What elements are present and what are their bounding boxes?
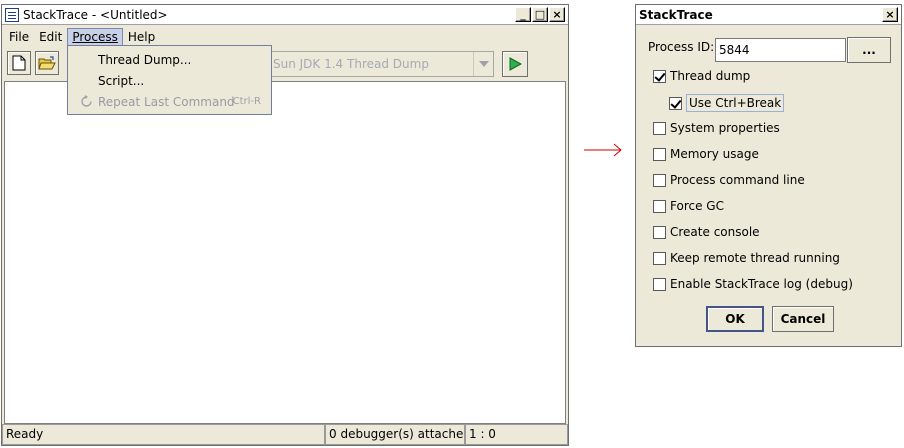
ok-button[interactable]: OK (706, 306, 764, 332)
process-id-input[interactable] (715, 38, 846, 62)
checkbox[interactable] (653, 147, 666, 161)
checkbox[interactable] (653, 69, 666, 83)
checkbox[interactable] (669, 96, 682, 110)
option-label: Enable StackTrace log (debug) (670, 277, 853, 291)
menu-item-label: Repeat Last Command (98, 94, 235, 109)
new-button[interactable] (7, 51, 31, 75)
open-button[interactable] (35, 51, 59, 75)
dump-type-select[interactable]: Sun JDK 1.4 Thread Dump (268, 51, 494, 77)
checkbox[interactable] (653, 251, 666, 265)
dialog-close-button[interactable]: × (882, 7, 898, 22)
option-use-ctrl-break[interactable]: Use Ctrl+Break (669, 94, 785, 112)
cancel-button[interactable]: Cancel (772, 306, 834, 332)
checkbox[interactable] (653, 173, 666, 187)
status-debuggers: 0 debugger(s) attached (325, 424, 465, 445)
output-area[interactable] (4, 81, 566, 424)
stacktrace-dialog: StackTrace × Process ID: ... Thread dump… (635, 4, 902, 347)
dump-type-value: Sun JDK 1.4 Thread Dump (273, 57, 429, 71)
menu-item-shortcut: Ctrl-R (232, 96, 261, 107)
option-create-console[interactable]: Create console (653, 225, 760, 239)
window-controls: _ □ × (515, 7, 565, 22)
option-label: Keep remote thread running (670, 251, 840, 265)
option-label: Thread dump (670, 69, 751, 83)
menubar: File Edit Process Help (2, 26, 568, 47)
main-titlebar[interactable]: StackTrace - <Untitled> _ □ × (2, 5, 568, 25)
menu-item-thread-dump[interactable]: Thread Dump... (68, 49, 271, 70)
new-file-icon (12, 55, 26, 71)
menu-help[interactable]: Help (123, 28, 160, 46)
dialog-title: StackTrace (639, 7, 713, 22)
option-memory-usage[interactable]: Memory usage (653, 147, 759, 161)
option-keep-remote-thread-running[interactable]: Keep remote thread running (653, 251, 840, 265)
statusbar: Ready 0 debugger(s) attached 1 : 0 (2, 424, 568, 445)
dialog-titlebar[interactable]: StackTrace × (636, 5, 901, 25)
menu-item-repeat-last-command[interactable]: Repeat Last Command Ctrl-R (68, 91, 271, 112)
option-thread-dump[interactable]: Thread dump (653, 69, 750, 83)
option-label: Memory usage (670, 147, 759, 161)
menu-edit[interactable]: Edit (34, 28, 67, 46)
browse-processes-button[interactable]: ... (847, 37, 891, 63)
window-title: StackTrace - <Untitled> (23, 7, 168, 22)
checkbox[interactable] (653, 225, 666, 239)
menu-item-script[interactable]: Script... (68, 70, 271, 91)
option-force-gc[interactable]: Force GC (653, 199, 724, 213)
option-label: Create console (670, 225, 760, 239)
option-enable-stacktrace-log[interactable]: Enable StackTrace log (debug) (653, 277, 853, 291)
play-icon (509, 57, 522, 71)
checkbox[interactable] (653, 121, 666, 135)
close-button[interactable]: × (549, 7, 565, 22)
option-process-command-line[interactable]: Process command line (653, 173, 805, 187)
menu-file[interactable]: File (4, 28, 34, 46)
menu-item-label: Script... (98, 73, 145, 88)
open-folder-icon (38, 55, 56, 69)
option-label: Force GC (670, 199, 724, 213)
chevron-down-icon[interactable] (473, 52, 493, 76)
status-text: Ready (2, 424, 325, 445)
option-label: Use Ctrl+Break (686, 94, 785, 112)
status-position: 1 : 0 (465, 424, 568, 445)
menu-item-label: Thread Dump... (98, 52, 192, 67)
process-id-row: Process ID: (648, 40, 714, 54)
maximize-button[interactable]: □ (532, 7, 548, 22)
process-menu-dropdown: Thread Dump... Script... Repeat Last Com… (67, 45, 272, 115)
right-arrow-icon (584, 143, 622, 157)
checkbox[interactable] (653, 277, 666, 291)
minimize-button[interactable]: _ (515, 7, 531, 22)
window-app-icon (5, 7, 19, 22)
process-id-label: Process ID: (648, 40, 715, 54)
option-label: System properties (670, 121, 780, 135)
checkbox[interactable] (653, 199, 666, 213)
option-label: Process command line (670, 173, 805, 187)
run-button[interactable] (502, 51, 528, 77)
menu-process[interactable]: Process (67, 27, 123, 46)
repeat-icon (81, 95, 92, 107)
option-system-properties[interactable]: System properties (653, 121, 780, 135)
